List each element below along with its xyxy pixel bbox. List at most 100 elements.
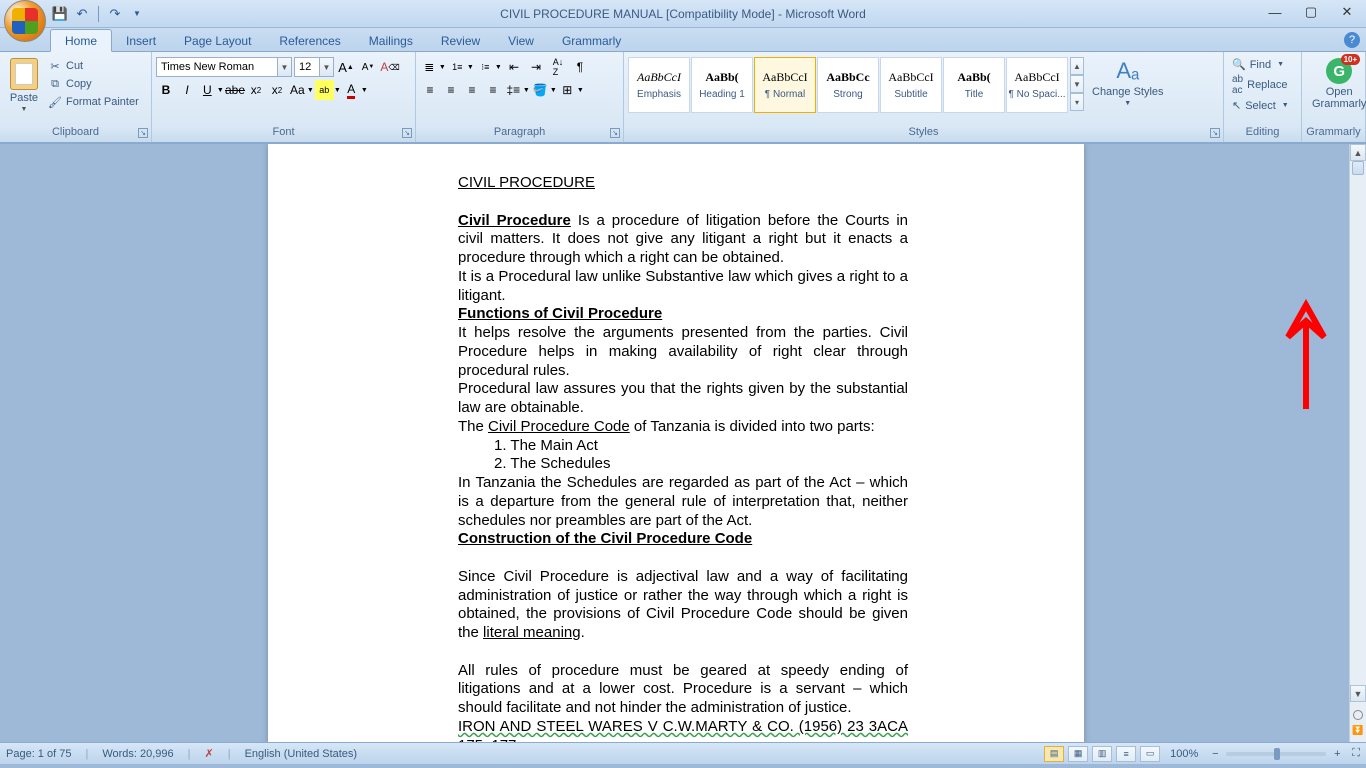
change-styles-button[interactable]: Aₐ Change Styles ▼ (1086, 54, 1170, 107)
clear-formatting-button[interactable]: A⌫ (380, 57, 400, 77)
decrease-indent-button[interactable]: ⇤ (504, 57, 524, 77)
zoom-level[interactable]: 100% (1170, 748, 1198, 760)
superscript-button[interactable]: x2 (267, 80, 287, 100)
chevron-down-icon[interactable]: ▼ (277, 58, 291, 76)
cut-button[interactable]: ✂Cut (46, 58, 141, 74)
multilevel-button[interactable]: ⁝≡▼ (476, 57, 502, 77)
save-icon[interactable]: 💾 (52, 6, 68, 22)
vertical-scrollbar[interactable]: ▲ ▼ ⏬ (1349, 144, 1366, 742)
style-item---normal[interactable]: AaBbCcI¶ Normal (754, 57, 816, 113)
numbering-button[interactable]: 1≡▼ (448, 57, 474, 77)
sort-button[interactable]: A↓Z (548, 57, 568, 77)
scroll-up-button[interactable]: ▲ (1350, 144, 1366, 161)
grow-font-button[interactable]: A▲ (336, 57, 356, 77)
style-item-heading-1[interactable]: AaBb(Heading 1 (691, 57, 753, 113)
align-right-button[interactable]: ≡ (462, 80, 482, 100)
style-down-button[interactable]: ▼ (1070, 75, 1084, 93)
status-language[interactable]: English (United States) (245, 748, 358, 760)
shrink-font-button[interactable]: A▼ (358, 57, 378, 77)
style-item---no-spaci---[interactable]: AaBbCcI¶ No Spaci... (1006, 57, 1068, 113)
style-item-title[interactable]: AaBb(Title (943, 57, 1005, 113)
case-citation: IRON AND STEEL WARES V C.W.MARTY & CO. (… (458, 718, 908, 742)
increase-indent-button[interactable]: ⇥ (526, 57, 546, 77)
borders-button[interactable]: ⊞▼ (558, 80, 584, 100)
format-painter-button[interactable]: 🖌Format Painter (46, 94, 141, 110)
copy-button[interactable]: ⧉Copy (46, 76, 141, 92)
justify-button[interactable]: ≡ (483, 80, 503, 100)
status-words[interactable]: Words: 20,996 (102, 748, 173, 760)
browse-object-icon[interactable] (1353, 710, 1363, 720)
paste-button[interactable]: Paste ▼ (4, 54, 44, 124)
highlight-button[interactable]: ab▼ (315, 80, 341, 100)
maximize-button[interactable]: ▢ (1298, 2, 1324, 22)
font-dialog-icon[interactable]: ↘ (402, 128, 412, 138)
document-page[interactable]: CIVIL PROCEDURE Civil Procedure Is a pro… (268, 144, 1084, 742)
align-center-button[interactable]: ≡ (441, 80, 461, 100)
line-spacing-button[interactable]: ‡≡▼ (504, 80, 530, 100)
font-name-combo[interactable]: Times New Roman▼ (156, 57, 292, 77)
font-color-button[interactable]: A▼ (342, 80, 368, 100)
zoom-slider[interactable] (1226, 752, 1326, 756)
italic-button[interactable]: I (177, 80, 197, 100)
bullets-button[interactable]: ≣▼ (420, 57, 446, 77)
undo-icon[interactable]: ↶ (74, 6, 90, 22)
redo-icon[interactable]: ↷ (107, 6, 123, 22)
print-layout-view-button[interactable]: ▤ (1044, 746, 1064, 762)
zoom-fit-icon[interactable]: ⛶ (1352, 747, 1360, 760)
tab-home[interactable]: Home (50, 29, 112, 52)
minimize-button[interactable]: — (1262, 2, 1288, 22)
tab-page-layout[interactable]: Page Layout (170, 30, 265, 51)
close-button[interactable]: ✕ (1334, 2, 1360, 22)
web-layout-view-button[interactable]: ▥ (1092, 746, 1112, 762)
outline-view-button[interactable]: ≡ (1116, 746, 1136, 762)
format-painter-icon: 🖌 (48, 95, 62, 109)
draft-view-button[interactable]: ▭ (1140, 746, 1160, 762)
full-screen-view-button[interactable]: ▦ (1068, 746, 1088, 762)
select-button[interactable]: ↖Select▼ (1232, 99, 1289, 112)
status-page[interactable]: Page: 1 of 75 (6, 748, 71, 760)
help-icon[interactable]: ? (1344, 32, 1360, 48)
scroll-down-button[interactable]: ▼ (1350, 685, 1366, 702)
style-up-button[interactable]: ▲ (1070, 57, 1084, 75)
tab-references[interactable]: References (265, 30, 354, 51)
show-marks-button[interactable]: ¶ (570, 57, 590, 77)
bold-button[interactable]: B (156, 80, 176, 100)
tab-mailings[interactable]: Mailings (355, 30, 427, 51)
style-item-strong[interactable]: AaBbCcStrong (817, 57, 879, 113)
underline-button[interactable]: U▼ (198, 80, 224, 100)
tab-review[interactable]: Review (427, 30, 494, 51)
proofing-icon[interactable]: ✗ (205, 747, 214, 760)
align-left-button[interactable]: ≡ (420, 80, 440, 100)
office-button[interactable] (4, 0, 46, 42)
open-grammarly-button[interactable]: G10+ Open Grammarly (1306, 54, 1366, 110)
paragraph-dialog-icon[interactable]: ↘ (610, 128, 620, 138)
paste-label: Paste (10, 92, 38, 104)
font-group-label: Font (272, 126, 294, 138)
style-item-emphasis[interactable]: AaBbCcIEmphasis (628, 57, 690, 113)
ribbon: Paste ▼ ✂Cut ⧉Copy 🖌Format Painter Clipb… (0, 52, 1366, 144)
font-size-combo[interactable]: 12▼ (294, 57, 334, 77)
shading-button[interactable]: 🪣▼ (531, 80, 557, 100)
subscript-button[interactable]: x2 (246, 80, 266, 100)
qat-dropdown-icon[interactable]: ▼ (129, 6, 145, 22)
select-icon: ↖ (1232, 99, 1241, 112)
find-button[interactable]: 🔍Find▼ (1232, 58, 1289, 71)
scroll-thumb[interactable] (1352, 161, 1364, 175)
strikethrough-button[interactable]: abe (225, 80, 245, 100)
style-more-button[interactable]: ▾ (1070, 93, 1084, 111)
zoom-out-button[interactable]: − (1208, 748, 1222, 760)
next-page-button[interactable]: ⏬ (1350, 722, 1366, 738)
styles-dialog-icon[interactable]: ↘ (1210, 128, 1220, 138)
change-case-button[interactable]: Aa▼ (288, 80, 314, 100)
group-paragraph: ≣▼ 1≡▼ ⁝≡▼ ⇤ ⇥ A↓Z ¶ ≡ ≡ ≡ ≡ ‡≡▼ 🪣▼ ⊞▼ (416, 52, 624, 142)
zoom-in-button[interactable]: + (1330, 748, 1344, 760)
style-item-subtitle[interactable]: AaBbCcISubtitle (880, 57, 942, 113)
annotation-arrow (1276, 299, 1336, 409)
replace-button[interactable]: abacReplace (1232, 74, 1289, 96)
tab-insert[interactable]: Insert (112, 30, 170, 51)
group-clipboard: Paste ▼ ✂Cut ⧉Copy 🖌Format Painter Clipb… (0, 52, 152, 142)
chevron-down-icon[interactable]: ▼ (319, 58, 333, 76)
tab-view[interactable]: View (494, 30, 548, 51)
tab-grammarly[interactable]: Grammarly (548, 30, 635, 51)
clipboard-dialog-icon[interactable]: ↘ (138, 128, 148, 138)
